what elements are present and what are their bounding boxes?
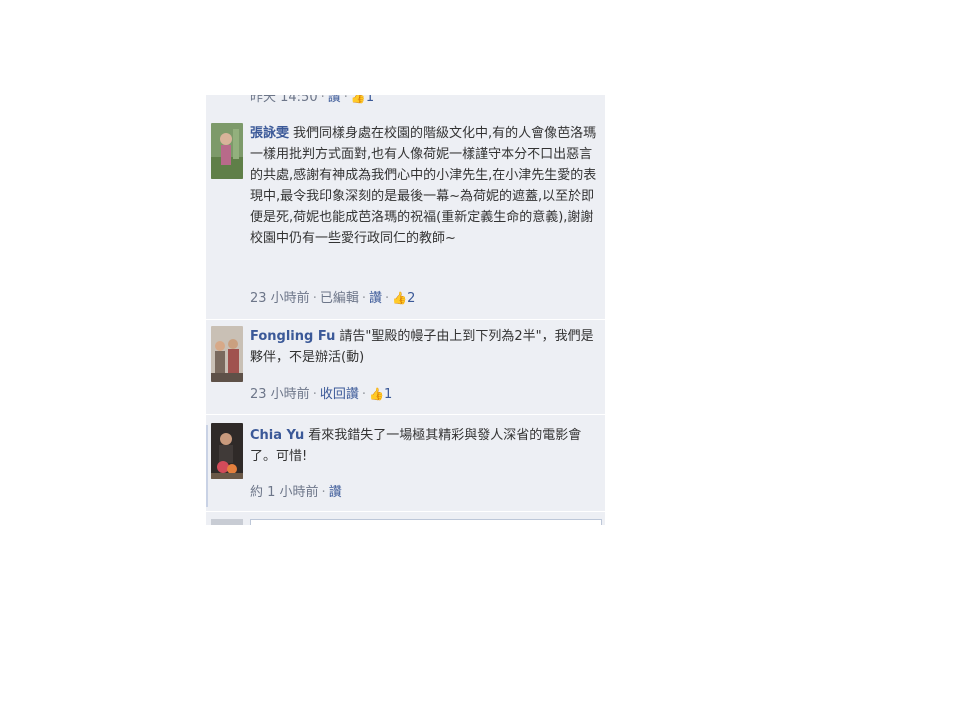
comment-input[interactable] [250,519,602,525]
comment-body: 張詠雯 我們同樣身處在校園的階級文化中,有的人會像芭洛瑪一樣用批判方式面對,也有人… [250,123,602,249]
comment-meta: 23 小時前 · 已編輯 · 讚 · 👍2 [250,291,416,306]
avatar[interactable] [211,123,243,179]
thumbs-up-icon: 👍 [392,291,408,305]
avatar[interactable] [211,326,243,382]
avatar-photo [211,326,243,382]
like-link[interactable]: 讚 [328,95,341,105]
unlike-link[interactable]: 收回讚 [320,387,359,402]
avatar-photo [211,423,243,479]
timestamp: 昨天 14:50 [250,95,318,105]
timestamp[interactable]: 23 小時前 [250,387,310,402]
timestamp[interactable]: 23 小時前 [250,291,310,306]
comment-author[interactable]: Fongling Fu [250,329,335,344]
comment-body: Chia Yu 看來我錯失了一場極其精彩與發人深省的電影會了。可惜! [250,425,602,467]
comment-item: Fongling Fu 請告"聖殿的幔子由上到下列為2半"，我們是夥伴，不是辦活(… [206,320,605,415]
edited-label[interactable]: 已編輯 [320,291,359,306]
like-link[interactable]: 讚 [329,485,342,500]
comment-meta: 23 小時前 · 收回讚 · 👍1 [250,387,393,402]
like-link[interactable]: 讚 [369,291,382,306]
comments-panel: 昨天 14:50 · 讚 · 👍1 張詠雯 我們同樣身處在校園的階級文化中,有的人會像芭洛… [206,95,605,525]
comment-meta: 約 1 小時前 · 讚 [250,485,342,500]
focus-rule [206,425,208,507]
avatar-photo [211,123,243,179]
comment-composer [206,516,605,525]
like-count[interactable]: 2 [407,291,415,306]
comment-text: 我們同樣身處在校園的階級文化中,有的人會像芭洛瑪一樣用批判方式面對,也有人像荷妮… [250,126,597,246]
comment-author[interactable]: Chia Yu [250,428,304,443]
timestamp[interactable]: 約 1 小時前 [250,485,319,500]
composer-avatar [211,519,243,525]
like-count[interactable]: 1 [384,387,392,402]
previous-comment-meta: 昨天 14:50 · 讚 · 👍1 [250,95,374,105]
comment-body: Fongling Fu 請告"聖殿的幔子由上到下列為2半"，我們是夥伴，不是辦活(… [250,326,602,368]
like-count[interactable]: 1 [366,95,374,105]
thumbs-up-icon: 👍 [350,95,366,104]
comment-item: 張詠雯 我們同樣身處在校園的階級文化中,有的人會像芭洛瑪一樣用批判方式面對,也有人… [206,117,605,320]
comment-author[interactable]: 張詠雯 [250,126,289,141]
thumbs-up-icon: 👍 [368,387,384,401]
avatar[interactable] [211,423,243,479]
comment-item: Chia Yu 看來我錯失了一場極其精彩與發人深省的電影會了。可惜! 約 1 小時… [206,415,605,512]
